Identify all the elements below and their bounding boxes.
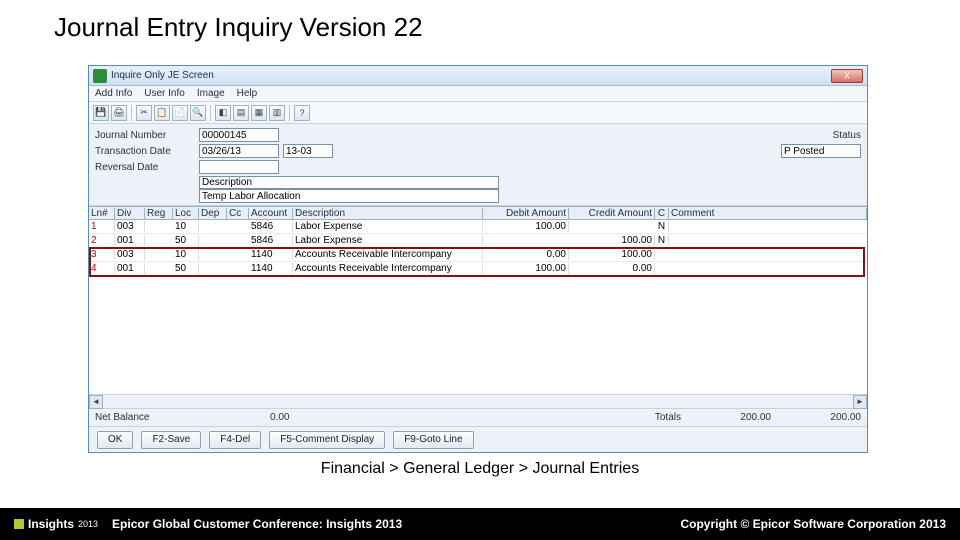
- horizontal-scrollbar[interactable]: ◄ ►: [89, 394, 867, 408]
- table-row[interactable]: 2 001 50 5846 Labor Expense 100.00 N: [89, 234, 867, 248]
- grid: Ln# Div Reg Loc Dep Cc Account Descripti…: [89, 206, 867, 408]
- toolbar-sep: [131, 105, 132, 121]
- f9-goto-button[interactable]: F9-Goto Line: [393, 431, 473, 449]
- col-loc[interactable]: Loc: [173, 208, 199, 219]
- f2-save-button[interactable]: F2-Save: [141, 431, 201, 449]
- logo-year: 2013: [78, 519, 98, 529]
- col-div[interactable]: Div: [115, 208, 145, 219]
- menu-help[interactable]: Help: [237, 88, 258, 99]
- help-icon[interactable]: ?: [294, 105, 310, 121]
- slide-title: Journal Entry Inquiry Version 22: [0, 0, 960, 49]
- totals-debit: 200.00: [681, 412, 771, 423]
- logo-text: Insights: [28, 517, 74, 531]
- net-balance-value: 0.00: [149, 412, 289, 423]
- grid-empty-area: [89, 276, 867, 394]
- grid-header: Ln# Div Reg Loc Dep Cc Account Descripti…: [89, 206, 867, 220]
- col-c[interactable]: C: [655, 208, 669, 219]
- transaction-date-field[interactable]: 03/26/13: [199, 144, 279, 158]
- menu-image[interactable]: Image: [197, 88, 225, 99]
- period-field[interactable]: 13-03: [283, 144, 333, 158]
- journal-number-field[interactable]: 00000145: [199, 128, 279, 142]
- toolbar-sep: [210, 105, 211, 121]
- totals-credit: 200.00: [771, 412, 861, 423]
- print-icon[interactable]: 🖨: [111, 105, 127, 121]
- status-field: P Posted: [781, 144, 861, 158]
- table-row[interactable]: 4 001 50 1140 Accounts Receivable Interc…: [89, 262, 867, 276]
- grid1-icon[interactable]: ◧: [215, 105, 231, 121]
- col-dep[interactable]: Dep: [199, 208, 227, 219]
- net-balance-label: Net Balance: [95, 412, 149, 423]
- f4-del-button[interactable]: F4-Del: [209, 431, 261, 449]
- slide-footer: Insights 2013 Epicor Global Customer Con…: [0, 508, 960, 540]
- col-comment[interactable]: Comment: [669, 208, 867, 219]
- reversal-date-field[interactable]: [199, 160, 279, 174]
- toolbar: 💾 🖨 ✂ 📋 📄 🔍 ◧ ▤ ▦ ▥ ?: [89, 102, 867, 124]
- col-cc[interactable]: Cc: [227, 208, 249, 219]
- grid2-icon[interactable]: ▤: [233, 105, 249, 121]
- app-window: Inquire Only JE Screen X Add Info User I…: [88, 65, 868, 453]
- logo-icon: [14, 519, 24, 529]
- breadcrumb: Financial > General Ledger > Journal Ent…: [0, 460, 960, 478]
- toolbar-sep: [289, 105, 290, 121]
- transaction-date-label: Transaction Date: [95, 146, 195, 157]
- grid4-icon[interactable]: ▥: [269, 105, 285, 121]
- table-row[interactable]: 3 003 10 1140 Accounts Receivable Interc…: [89, 248, 867, 262]
- scroll-right-icon[interactable]: ►: [853, 395, 867, 409]
- ok-button[interactable]: OK: [97, 431, 133, 449]
- description-header: Description: [199, 176, 499, 189]
- footer-copyright: Copyright © Epicor Software Corporation …: [680, 517, 946, 531]
- button-row: OK F2-Save F4-Del F5-Comment Display F9-…: [89, 426, 867, 452]
- copy-icon[interactable]: 📋: [154, 105, 170, 121]
- window-title: Inquire Only JE Screen: [111, 70, 829, 81]
- footer-conference: Epicor Global Customer Conference: Insig…: [112, 517, 402, 531]
- table-row[interactable]: 1 003 10 5846 Labor Expense 100.00 N: [89, 220, 867, 234]
- form-area: Journal Number 00000145 Status Transacti…: [89, 124, 867, 206]
- description-field[interactable]: Temp Labor Allocation: [199, 189, 499, 203]
- titlebar: Inquire Only JE Screen X: [89, 66, 867, 86]
- insights-logo: Insights 2013: [14, 517, 98, 531]
- close-button[interactable]: X: [831, 69, 863, 83]
- col-lineno[interactable]: Ln#: [89, 208, 115, 219]
- col-credit[interactable]: Credit Amount: [569, 208, 655, 219]
- totals-bar: Net Balance 0.00 Totals 200.00 200.00: [89, 408, 867, 426]
- grid3-icon[interactable]: ▦: [251, 105, 267, 121]
- menu-add-info[interactable]: Add Info: [95, 88, 132, 99]
- find-icon[interactable]: 🔍: [190, 105, 206, 121]
- col-reg[interactable]: Reg: [145, 208, 173, 219]
- col-description[interactable]: Description: [293, 208, 483, 219]
- f5-comment-button[interactable]: F5-Comment Display: [269, 431, 385, 449]
- app-icon: [93, 69, 107, 83]
- col-account[interactable]: Account: [249, 208, 293, 219]
- col-debit[interactable]: Debit Amount: [483, 208, 569, 219]
- menu-user-info[interactable]: User Info: [144, 88, 185, 99]
- reversal-date-label: Reversal Date: [95, 162, 195, 173]
- totals-label: Totals: [655, 412, 681, 423]
- scroll-left-icon[interactable]: ◄: [89, 395, 103, 409]
- save-icon[interactable]: 💾: [93, 105, 109, 121]
- menubar: Add Info User Info Image Help: [89, 86, 867, 102]
- status-label: Status: [833, 130, 861, 141]
- journal-number-label: Journal Number: [95, 130, 195, 141]
- paste-icon[interactable]: 📄: [172, 105, 188, 121]
- cut-icon[interactable]: ✂: [136, 105, 152, 121]
